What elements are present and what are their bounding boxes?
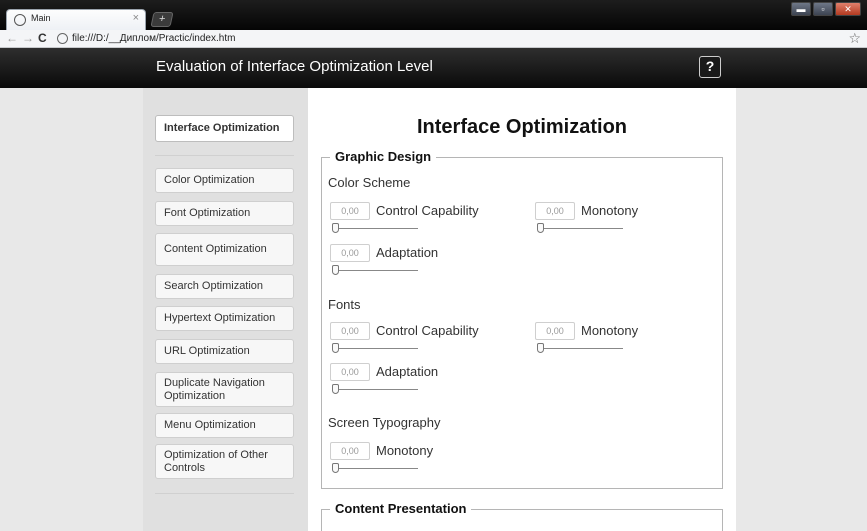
monotony-value[interactable]: 0,00 xyxy=(330,442,370,460)
slider-track xyxy=(332,270,418,271)
adaptation-slider[interactable] xyxy=(332,384,339,394)
sidebar-item-color-optimization[interactable]: Color Optimization xyxy=(155,168,294,193)
graphic-design-section: Graphic Design Color Scheme 0,00 Control… xyxy=(321,149,723,489)
control-capability-label: Control Capability xyxy=(376,203,479,218)
sidebar-divider xyxy=(155,493,294,494)
adaptation-value[interactable]: 0,00 xyxy=(330,363,370,381)
adaptation-value[interactable]: 0,00 xyxy=(330,244,370,262)
maximize-button[interactable]: ▫ xyxy=(813,2,833,16)
adaptation-label: Adaptation xyxy=(376,245,439,260)
control-capability-value[interactable]: 0,00 xyxy=(330,322,370,340)
control-capability-slider[interactable] xyxy=(332,223,339,233)
monotony-label: Monotony xyxy=(581,323,639,338)
monotony-slider[interactable] xyxy=(537,223,544,233)
monotony-slider[interactable] xyxy=(537,343,544,353)
screen-typography-monotony: 0,00 Monotony xyxy=(330,442,530,482)
content-presentation-legend: Content Presentation xyxy=(330,501,472,516)
minimize-button[interactable]: ▬ xyxy=(791,2,811,16)
slider-track xyxy=(332,228,418,229)
sidebar-item-content-optimization[interactable]: Content Optimization xyxy=(155,233,294,266)
color-scheme-heading: Color Scheme xyxy=(328,175,411,190)
control-capability-label: Control Capability xyxy=(376,323,479,338)
monotony-slider[interactable] xyxy=(332,463,339,473)
color-scheme-adaptation: 0,00 Adaptation xyxy=(330,244,530,284)
monotony-value[interactable]: 0,00 xyxy=(535,322,575,340)
sidebar: Interface Optimization Color Optimizatio… xyxy=(143,88,308,531)
address-bar[interactable]: file:///D:/__Диплом/Practic/index.htm xyxy=(72,33,235,44)
slider-track xyxy=(537,228,623,229)
monotony-value[interactable]: 0,00 xyxy=(535,202,575,220)
fonts-adaptation: 0,00 Adaptation xyxy=(330,363,530,403)
sidebar-item-other-controls-optimization[interactable]: Optimization of Other Controls xyxy=(155,444,294,479)
browser-titlebar: Main × + ▬ ▫ ✕ xyxy=(0,0,867,30)
tab-title: Main xyxy=(31,13,51,23)
fonts-monotony: 0,00 Monotony xyxy=(535,322,685,362)
fonts-heading: Fonts xyxy=(328,297,361,312)
new-tab-button[interactable]: + xyxy=(150,12,174,27)
close-window-button[interactable]: ✕ xyxy=(835,2,861,16)
window-controls: ▬ ▫ ✕ xyxy=(791,2,861,16)
browser-tab[interactable]: Main × xyxy=(6,9,146,30)
color-scheme-monotony: 0,00 Monotony xyxy=(535,202,685,242)
slider-track xyxy=(537,348,623,349)
reload-icon[interactable]: C xyxy=(38,31,47,45)
sidebar-item-url-optimization[interactable]: URL Optimization xyxy=(155,339,294,364)
slider-track xyxy=(332,468,418,469)
page-favicon-icon xyxy=(14,14,26,26)
graphic-design-legend: Graphic Design xyxy=(330,149,437,164)
sidebar-divider xyxy=(155,155,294,156)
screen-typography-heading: Screen Typography xyxy=(328,415,441,430)
sidebar-item-menu-optimization[interactable]: Menu Optimization xyxy=(155,413,294,438)
color-scheme-control-capability: 0,00 Control Capability xyxy=(330,202,530,242)
adaptation-label: Adaptation xyxy=(376,364,439,379)
page-icon xyxy=(57,33,68,44)
monotony-label: Monotony xyxy=(581,203,639,218)
sidebar-item-hypertext-optimization[interactable]: Hypertext Optimization xyxy=(155,306,294,331)
back-arrow-icon[interactable]: ← xyxy=(6,31,18,45)
main-content: Interface Optimization Graphic Design Co… xyxy=(308,88,736,531)
page-title: Interface Optimization xyxy=(416,116,628,138)
sidebar-item-interface-optimization[interactable]: Interface Optimization xyxy=(155,115,294,142)
browser-toolbar: ← → C file:///D:/__Диплом/Practic/index.… xyxy=(0,30,867,48)
app-header: Evaluation of Interface Optimization Lev… xyxy=(0,48,867,88)
content-presentation-section: Content Presentation xyxy=(321,501,723,531)
control-capability-slider[interactable] xyxy=(332,343,339,353)
bookmark-star-icon[interactable]: ☆ xyxy=(848,30,861,47)
tab-close-icon[interactable]: × xyxy=(133,12,139,24)
slider-track xyxy=(332,389,418,390)
slider-track xyxy=(332,348,418,349)
control-capability-value[interactable]: 0,00 xyxy=(330,202,370,220)
app-title: Evaluation of Interface Optimization Lev… xyxy=(156,58,433,75)
adaptation-slider[interactable] xyxy=(332,265,339,275)
sidebar-item-font-optimization[interactable]: Font Optimization xyxy=(155,201,294,226)
fonts-control-capability: 0,00 Control Capability xyxy=(330,322,530,362)
forward-arrow-icon[interactable]: → xyxy=(22,31,34,45)
monotony-label: Monotony xyxy=(376,443,434,458)
sidebar-item-duplicate-navigation-optimization[interactable]: Duplicate Navigation Optimization xyxy=(155,372,294,407)
help-button[interactable]: ? xyxy=(699,56,721,78)
sidebar-item-search-optimization[interactable]: Search Optimization xyxy=(155,274,294,299)
